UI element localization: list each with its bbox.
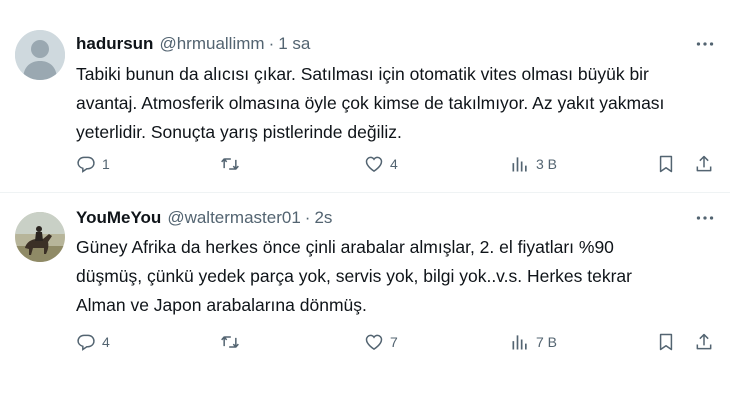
tweet[interactable]: hadursun @hrmuallimm · 1 sa Tabiki bunun… bbox=[0, 0, 730, 193]
share-button[interactable] bbox=[694, 152, 714, 176]
retweet-button[interactable] bbox=[220, 330, 246, 354]
horse-rider-photo-icon bbox=[15, 212, 65, 262]
more-icon[interactable] bbox=[694, 208, 716, 228]
bookmark-icon bbox=[659, 333, 673, 351]
retweet-icon bbox=[221, 158, 239, 170]
bookmark-button[interactable] bbox=[656, 152, 676, 176]
separator: · bbox=[268, 34, 275, 53]
tweet[interactable]: YouMeYou @waltermaster01 · 2s Güney Afri… bbox=[0, 193, 730, 420]
views-icon bbox=[512, 335, 527, 350]
more-icon[interactable] bbox=[694, 34, 716, 54]
timestamp[interactable]: 2s bbox=[314, 208, 332, 228]
like-icon bbox=[365, 156, 383, 172]
tweet-header: hadursun @hrmuallimm · 1 sa bbox=[76, 32, 310, 56]
separator: · bbox=[304, 208, 311, 227]
avatar[interactable] bbox=[15, 212, 65, 262]
views-button[interactable]: 3 B bbox=[510, 152, 557, 176]
author-handle[interactable]: @hrmuallimm bbox=[159, 34, 264, 54]
like-count: 7 bbox=[390, 334, 398, 350]
retweet-button[interactable] bbox=[220, 152, 246, 176]
views-icon bbox=[512, 157, 527, 172]
tweet-text: Tabiki bunun da alıcısı çıkar. Satılması… bbox=[76, 64, 665, 142]
tweet-text: Güney Afrika da herkes önce çinli arabal… bbox=[76, 237, 632, 315]
tweet-header: YouMeYou @waltermaster01 · 2s bbox=[76, 206, 332, 230]
bookmark-icon bbox=[659, 155, 673, 173]
author-handle[interactable]: @waltermaster01 bbox=[167, 208, 300, 228]
author-name[interactable]: hadursun bbox=[76, 34, 153, 54]
share-icon bbox=[696, 155, 712, 172]
reply-count: 4 bbox=[102, 334, 110, 350]
share-icon bbox=[696, 333, 712, 350]
author-name[interactable]: YouMeYou bbox=[76, 208, 161, 228]
bookmark-button[interactable] bbox=[656, 330, 676, 354]
views-count: 3 B bbox=[536, 156, 558, 172]
reply-icon bbox=[77, 334, 95, 351]
like-button[interactable]: 4 bbox=[364, 152, 398, 176]
like-button[interactable]: 7 bbox=[364, 330, 398, 354]
avatar[interactable] bbox=[15, 30, 65, 80]
views-button[interactable]: 7 B bbox=[510, 330, 557, 354]
reply-icon bbox=[77, 156, 95, 173]
reply-button[interactable]: 4 bbox=[76, 330, 110, 354]
like-count: 4 bbox=[390, 156, 398, 172]
share-button[interactable] bbox=[694, 330, 714, 354]
retweet-icon bbox=[221, 336, 239, 348]
default-avatar-icon bbox=[15, 30, 65, 80]
tweet-actions: 4 7 7 B bbox=[76, 330, 716, 354]
reply-button[interactable]: 1 bbox=[76, 152, 110, 176]
like-icon bbox=[365, 334, 383, 350]
reply-count: 1 bbox=[102, 156, 110, 172]
views-count: 7 B bbox=[536, 334, 558, 350]
timestamp[interactable]: 1 sa bbox=[278, 34, 310, 54]
tweet-actions: 1 4 3 B bbox=[76, 152, 716, 176]
